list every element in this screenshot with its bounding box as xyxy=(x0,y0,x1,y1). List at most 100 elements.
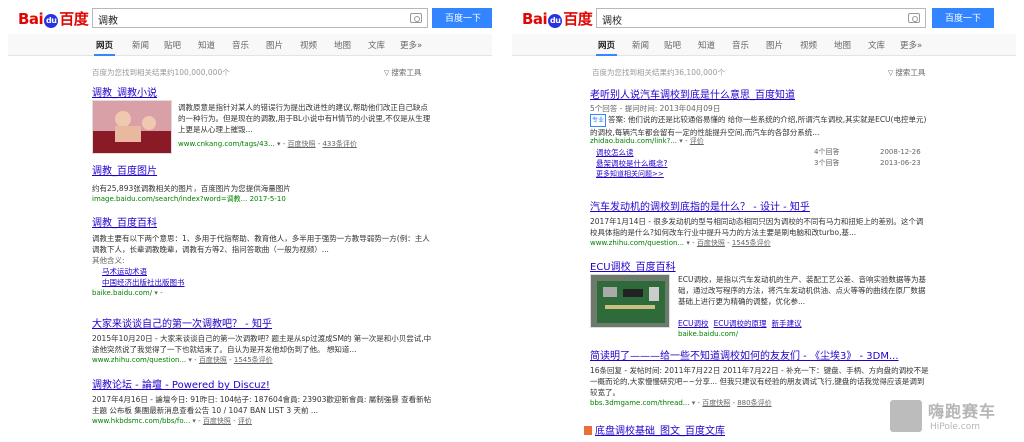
result-url[interactable]: www.cnkang.com/tags/43... xyxy=(178,140,275,148)
tab-music[interactable]: 音乐 xyxy=(232,39,249,51)
tab-more[interactable]: 更多» xyxy=(900,39,922,51)
sublink[interactable]: 新手建议 xyxy=(772,319,802,328)
result-thumbnail[interactable] xyxy=(590,274,670,328)
tab-wenku[interactable]: 文库 xyxy=(868,39,885,51)
result-title[interactable]: ECU调校_百度百科 xyxy=(590,258,930,273)
search-tools[interactable]: ▽ 搜索工具 xyxy=(888,67,925,78)
search-tools-label: 搜索工具 xyxy=(895,68,926,77)
logo-cn: 百度 xyxy=(59,10,89,28)
result-item: 调教_百度图片 约有25,893张调教相关的图片，百度图片为您提供海量图片 im… xyxy=(92,162,432,205)
tab-images[interactable]: 图片 xyxy=(766,39,783,51)
tab-zhidao[interactable]: 知道 xyxy=(698,39,715,51)
result-url[interactable]: www.hkbdsmc.com/bbs/fo... xyxy=(92,417,190,425)
tab-zhidao[interactable]: 知道 xyxy=(198,39,215,51)
search-button[interactable]: 百度一下 xyxy=(932,8,994,28)
result-title[interactable]: 老听别人说汽车调校到底是什么意思_百度知道 xyxy=(590,86,930,101)
result-item: 调教_调教小说 调教原意是指针对某人的错误行为提出改进性的建议,帮助他们改正自己… xyxy=(92,84,432,154)
right-search-panel: Bai du 百度 调校 百度一下 网页 新闻 贴吧 知道 音乐 图片 视频 地图 … xyxy=(512,0,1016,442)
result-url[interactable]: bbs.3dmgame.com/thread... xyxy=(590,399,690,407)
tab-web[interactable]: 网页 xyxy=(595,39,618,56)
result-abstract: 调教主要有以下两个意思：1、多用于代指帮助、教育他人，多半用于强势一方教导弱势一… xyxy=(92,234,430,254)
search-tools[interactable]: ▽ 搜索工具 xyxy=(384,67,421,78)
snapshot-link[interactable]: 百度快照 xyxy=(702,399,730,407)
result-item: 调教论坛 - 論壇 - Powered by Discuz! 2017年4月16… xyxy=(92,376,432,427)
qa-list: 调校怎么读 4个回答 2008-12-26 悬架调校是什么概念? 3个回答 20… xyxy=(590,147,930,169)
reviews-link[interactable]: 433条评价 xyxy=(322,140,356,148)
tab-video[interactable]: 视频 xyxy=(800,39,817,51)
search-button[interactable]: 百度一下 xyxy=(432,8,492,28)
tab-music[interactable]: 音乐 xyxy=(732,39,749,51)
result-title[interactable]: 调教论坛 - 論壇 - Powered by Discuz! xyxy=(92,376,432,391)
result-url[interactable]: www.zhihu.com/question... xyxy=(92,356,186,364)
result-title[interactable]: 调教_百度图片 xyxy=(92,162,432,177)
result-url[interactable]: baike.baidu.com/ xyxy=(678,329,738,340)
qa-question[interactable]: 悬架调校是什么概念? xyxy=(596,159,667,168)
result-url[interactable]: www.zhihu.com/question... xyxy=(590,239,684,247)
result-url-line: baike.baidu.com/ ▾ - xyxy=(92,289,163,297)
search-query: 调教 xyxy=(98,16,118,27)
sublink[interactable]: 马术运动术语 xyxy=(102,266,432,277)
result-title[interactable]: 大家来谈谈自己的第一次调教吧？ - 知乎 xyxy=(92,315,432,330)
paw-icon: du xyxy=(548,14,563,28)
result-url[interactable]: zhidao.baidu.com/link?... xyxy=(590,137,677,145)
filter-icon: ▽ xyxy=(384,69,390,77)
snapshot-link[interactable]: 百度快照 xyxy=(203,417,231,425)
result-abstract: 2017年4月16日 - 論壇今日: 91昨日: 104帖子: 187604會員… xyxy=(92,395,432,415)
search-input[interactable]: 调校 xyxy=(596,8,926,28)
qa-row: 悬架调校是什么概念? xyxy=(596,158,667,169)
result-url[interactable]: image.baidu.com/search/index?word=调教... … xyxy=(92,194,432,205)
other-meaning-label: 其他含义: xyxy=(92,256,125,265)
tab-video[interactable]: 视频 xyxy=(300,39,317,51)
sublink[interactable]: ECU调校的原理 xyxy=(714,319,767,328)
tab-web[interactable]: 网页 xyxy=(93,39,116,56)
sublink[interactable]: ECU调校 xyxy=(678,319,708,328)
reviews-link[interactable]: 评价 xyxy=(690,137,704,145)
document-icon xyxy=(584,426,592,435)
baidu-logo[interactable]: Bai du 百度 xyxy=(522,8,593,29)
reviews-link[interactable]: 880条评价 xyxy=(737,399,771,407)
tab-map[interactable]: 地图 xyxy=(834,39,851,51)
result-abstract: 16条回复 - 发帖时间: 2011年7月22日 2011年7月22日 - 补充… xyxy=(590,366,929,397)
qa-question[interactable]: 调校怎么读 xyxy=(596,148,634,157)
result-title[interactable]: 调教_百度百科 xyxy=(92,214,432,229)
nav-tabs: 网页 新闻 贴吧 知道 音乐 图片 视频 地图 文库 更多» xyxy=(8,34,492,56)
result-title[interactable]: 汽车发动机的调校到底指的是什么？ - 设计 - 知乎 xyxy=(590,198,930,213)
reviews-link[interactable]: 评价 xyxy=(238,417,252,425)
tab-map[interactable]: 地图 xyxy=(334,39,351,51)
sublink[interactable]: 中国经济出版社出版图书 xyxy=(102,277,432,288)
result-thumbnail[interactable] xyxy=(92,100,172,154)
result-item: 简读明了———给一些不知道调校如何的友友们 - 《尘埃3》 - 3DM... 1… xyxy=(590,347,930,409)
search-input[interactable]: 调教 xyxy=(92,8,428,28)
result-title[interactable]: 调教_调教小说 xyxy=(92,84,432,99)
snapshot-link[interactable]: 百度快照 xyxy=(287,140,315,148)
result-item: ECU调校_百度百科 ECU调校，是指以汽车发动机的生产、装配工艺公差、音响实验… xyxy=(590,258,930,338)
filter-icon: ▽ xyxy=(888,69,894,77)
result-url[interactable]: baike.baidu.com/ xyxy=(92,289,152,297)
reviews-link[interactable]: 1545条评价 xyxy=(234,356,273,364)
snapshot-link[interactable]: 百度快照 xyxy=(697,239,725,247)
tab-news[interactable]: 新闻 xyxy=(132,39,149,51)
result-url-line: bbs.3dmgame.com/thread... ▾ - 百度快照 - 880… xyxy=(590,399,772,407)
qa-date: 2008-12-26 xyxy=(880,148,921,156)
result-url-line: www.cnkang.com/tags/43... ▾ - 百度快照 - 433… xyxy=(178,140,357,148)
more-questions-link[interactable]: 更多知道相关问题>> xyxy=(596,169,930,180)
watermark: 嗨跑赛车 HiPole.com xyxy=(890,398,1012,438)
result-title-row: 底盘调校基础_图文_百度文库 xyxy=(584,422,924,437)
tab-tieba[interactable]: 贴吧 xyxy=(664,39,681,51)
reviews-link[interactable]: 1545条评价 xyxy=(732,239,771,247)
result-item: 汽车发动机的调校到底指的是什么？ - 设计 - 知乎 2017年1月14日 - … xyxy=(590,198,930,249)
result-title[interactable]: 底盘调校基础_图文_百度文库 xyxy=(595,426,725,437)
camera-icon[interactable] xyxy=(410,13,422,23)
tab-news[interactable]: 新闻 xyxy=(632,39,649,51)
baidu-logo[interactable]: Bai du 百度 xyxy=(18,8,89,29)
tab-wenku[interactable]: 文库 xyxy=(368,39,385,51)
result-item: 调教_百度百科 调教主要有以下两个意思：1、多用于代指帮助、教育他人，多半用于强… xyxy=(92,214,432,299)
camera-icon[interactable] xyxy=(908,13,920,23)
result-url-line: www.zhihu.com/question... ▾ - 百度快照 - 154… xyxy=(590,239,771,247)
tab-more[interactable]: 更多» xyxy=(400,39,422,51)
tab-images[interactable]: 图片 xyxy=(266,39,283,51)
logo-text: Bai xyxy=(522,10,548,28)
tab-tieba[interactable]: 贴吧 xyxy=(164,39,181,51)
snapshot-link[interactable]: 百度快照 xyxy=(199,356,227,364)
result-title[interactable]: 简读明了———给一些不知道调校如何的友友们 - 《尘埃3》 - 3DM... xyxy=(590,347,930,362)
